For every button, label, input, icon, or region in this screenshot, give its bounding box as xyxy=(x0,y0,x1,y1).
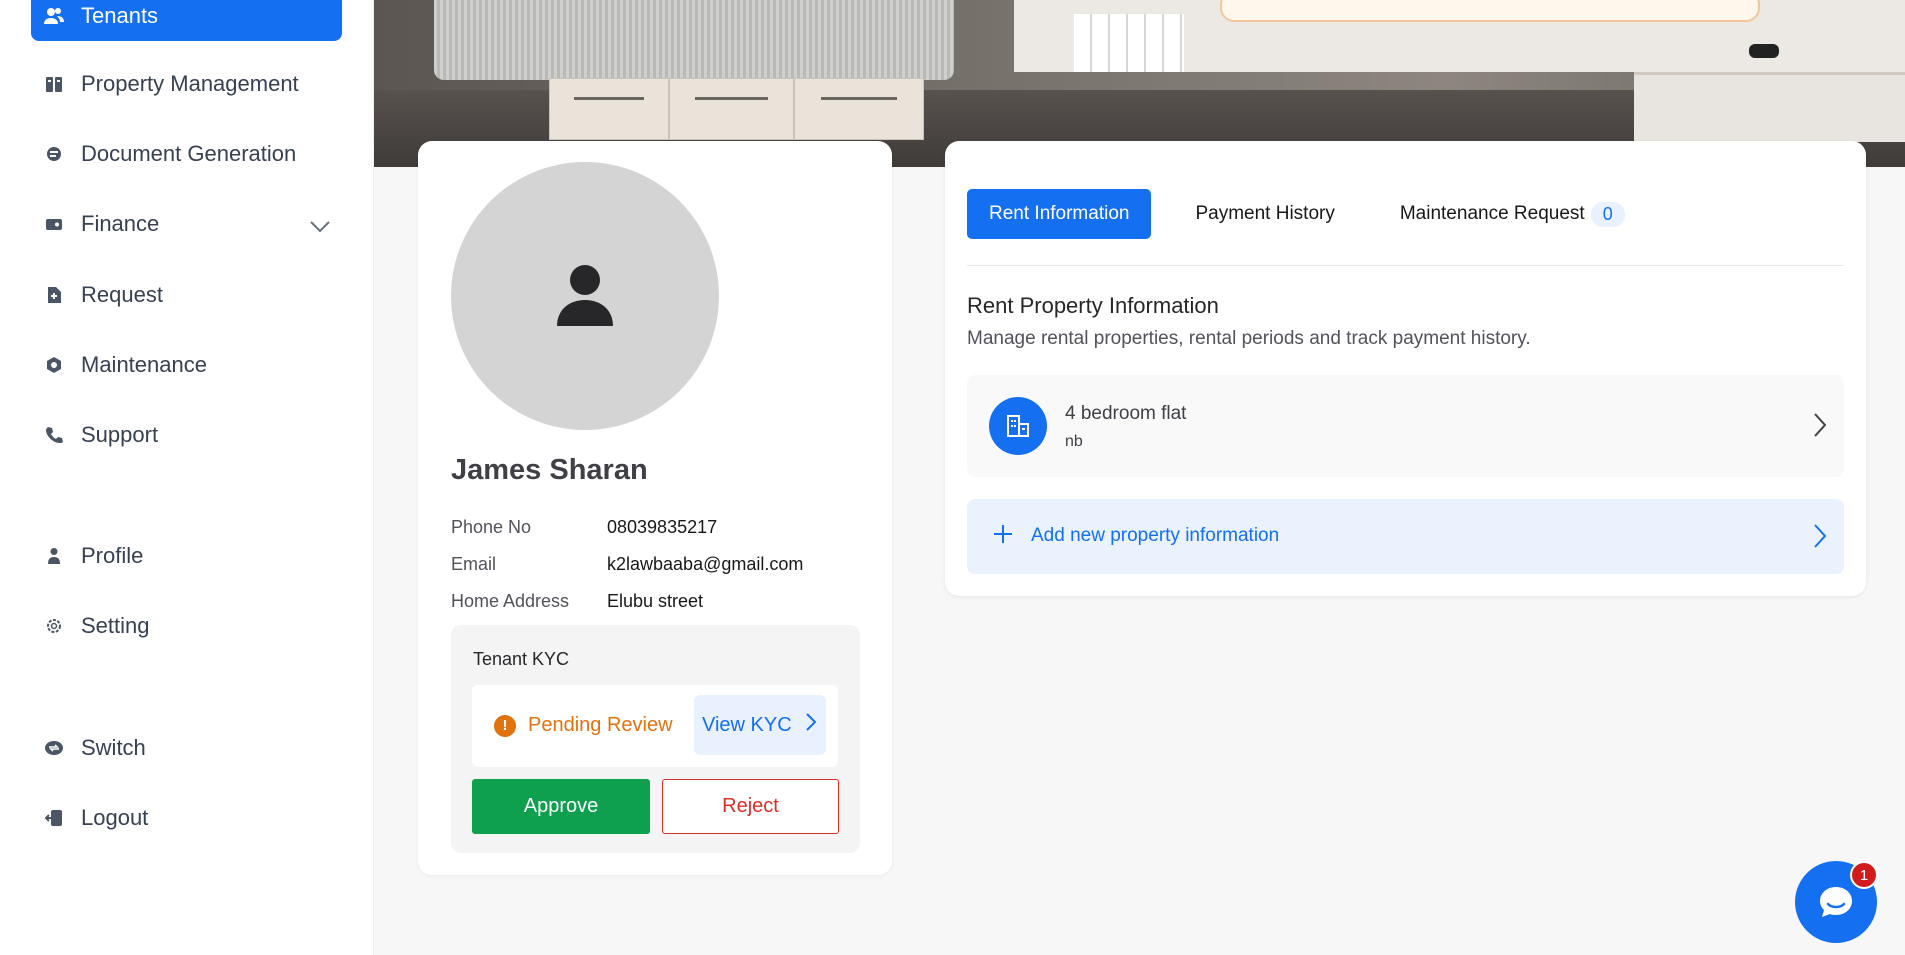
sidebar-item-request[interactable]: Request xyxy=(31,270,342,320)
approve-button[interactable]: Approve xyxy=(472,779,650,834)
chevron-right-icon xyxy=(805,713,817,737)
sidebar-item-label: Support xyxy=(81,422,159,447)
sidebar-item-finance[interactable]: Finance xyxy=(31,199,342,249)
sidebar: Tenants Property Management Document Gen… xyxy=(0,0,374,955)
address-label: Home Address xyxy=(451,591,570,611)
sidebar-item-label: Finance xyxy=(81,211,160,236)
chevron-right-icon xyxy=(1814,524,1827,553)
logout-icon xyxy=(43,807,65,829)
address-value: Elubu street xyxy=(607,591,704,611)
sidebar-item-label: Logout xyxy=(81,805,149,830)
kyc-status-text: Pending Review xyxy=(528,714,673,736)
tenant-kyc-panel: Tenant KYC ! Pending Review View KYC App… xyxy=(451,625,860,853)
sidebar-item-label: Tenants xyxy=(81,3,159,28)
user-icon xyxy=(43,545,65,567)
tab-maintenance-request[interactable]: Maintenance Request 0 xyxy=(1400,189,1625,239)
building-icon xyxy=(43,73,65,95)
sidebar-item-support[interactable]: Support xyxy=(31,410,342,460)
phone-icon xyxy=(43,424,65,446)
reject-button[interactable]: Reject xyxy=(662,779,839,834)
sidebar-item-label: Document Generation xyxy=(81,141,297,166)
add-property-button[interactable]: Add new property information xyxy=(967,499,1844,574)
tab-payment-history[interactable]: Payment History xyxy=(1195,189,1334,239)
phone-row: Phone No 08039835217 xyxy=(451,517,717,538)
sidebar-item-maintenance[interactable]: Maintenance xyxy=(31,340,342,390)
wallet-icon xyxy=(43,213,65,235)
property-list-item[interactable]: 4 bedroom flat nb xyxy=(967,375,1844,477)
wrench-icon xyxy=(43,354,65,376)
warning-icon: ! xyxy=(494,714,516,737)
email-value: k2lawbaaba@gmail.com xyxy=(607,554,804,574)
phone-label: Phone No xyxy=(451,517,532,537)
document-icon xyxy=(43,143,65,165)
email-label: Email xyxy=(451,554,497,574)
sidebar-item-switch[interactable]: Switch xyxy=(31,723,342,773)
kyc-title: Tenant KYC xyxy=(473,649,570,669)
view-kyc-label: View KYC xyxy=(702,713,792,736)
tenant-profile-card: James Sharan Phone No 08039835217 Email … xyxy=(418,141,892,875)
building-icon xyxy=(989,397,1047,455)
sidebar-item-setting[interactable]: Setting xyxy=(31,601,342,651)
notification-badge: 1 xyxy=(1850,861,1878,889)
kyc-status: ! Pending Review xyxy=(494,714,673,737)
plus-icon xyxy=(993,524,1013,549)
tab-label: Rent Information xyxy=(989,203,1130,224)
sidebar-item-tenants[interactable]: Tenants xyxy=(31,0,342,41)
sidebar-item-label: Property Management xyxy=(81,71,299,96)
section-title: Rent Property Information xyxy=(967,293,1219,318)
sidebar-item-label: Request xyxy=(81,282,163,307)
sidebar-item-label: Maintenance xyxy=(81,352,207,377)
user-placeholder-icon xyxy=(557,265,613,326)
phone-value: 08039835217 xyxy=(607,517,718,537)
switch-icon xyxy=(43,737,65,759)
sidebar-item-profile[interactable]: Profile xyxy=(31,531,342,581)
sidebar-item-property-management[interactable]: Property Management xyxy=(31,59,342,109)
gear-icon xyxy=(43,615,65,637)
tab-label: Payment History xyxy=(1195,203,1335,224)
rent-information-card: Rent Information Payment History Mainten… xyxy=(945,141,1866,596)
chevron-down-icon[interactable] xyxy=(310,213,330,239)
divider xyxy=(967,265,1844,266)
tab-rent-information[interactable]: Rent Information xyxy=(967,189,1152,239)
sidebar-item-document-generation[interactable]: Document Generation xyxy=(31,129,342,179)
add-property-label: Add new property information xyxy=(1031,525,1280,546)
avatar xyxy=(451,162,719,430)
request-icon xyxy=(43,284,65,306)
view-kyc-button[interactable]: View KYC xyxy=(694,695,826,755)
property-name: 4 bedroom flat xyxy=(1065,403,1187,424)
sidebar-item-logout[interactable]: Logout xyxy=(31,793,342,843)
tab-bar: Rent Information Payment History Mainten… xyxy=(967,189,1625,239)
tab-label: Maintenance Request xyxy=(1399,203,1585,224)
kyc-status-row: ! Pending Review View KYC xyxy=(472,685,838,767)
section-description: Manage rental properties, rental periods… xyxy=(967,328,1531,349)
address-row: Home Address Elubu street xyxy=(451,591,703,612)
chevron-right-icon xyxy=(1814,413,1827,442)
sidebar-item-label: Profile xyxy=(81,543,144,568)
tenant-name: James Sharan xyxy=(451,454,648,486)
sidebar-item-label: Switch xyxy=(81,735,146,760)
sidebar-item-label: Setting xyxy=(81,613,150,638)
email-row: Email k2lawbaaba@gmail.com xyxy=(451,554,803,575)
count-badge: 0 xyxy=(1590,201,1625,227)
chat-icon xyxy=(1820,887,1852,917)
property-subtitle: nb xyxy=(1065,433,1083,450)
users-icon xyxy=(43,5,65,27)
chat-widget-button[interactable]: 1 xyxy=(1795,861,1878,943)
